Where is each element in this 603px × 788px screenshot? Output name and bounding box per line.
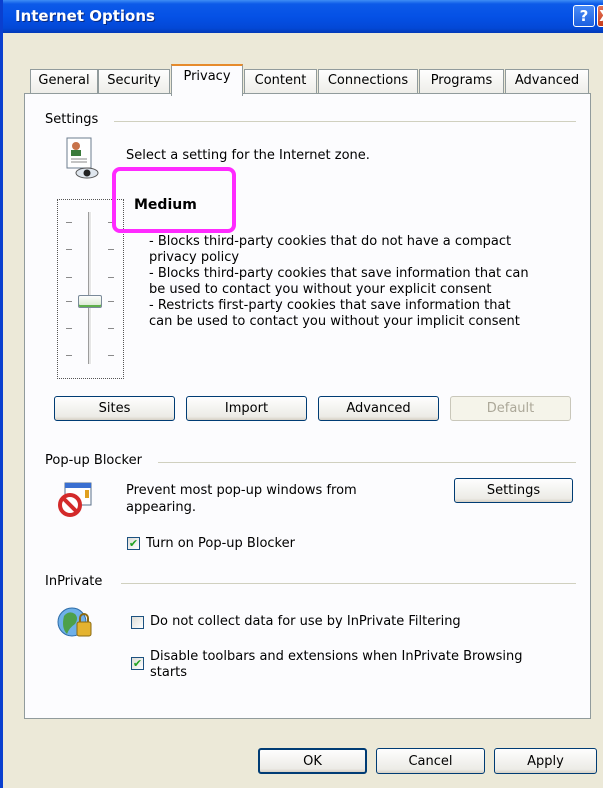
import-button[interactable]: Import [186, 396, 307, 421]
slider-thumb[interactable] [78, 295, 102, 308]
advanced-button[interactable]: Advanced [318, 396, 439, 421]
button-label: Settings [486, 483, 541, 498]
button-label: Advanced [346, 401, 411, 416]
tab-label: General [38, 73, 90, 88]
tab-label: Privacy [183, 69, 231, 84]
button-label: Cancel [408, 753, 453, 769]
help-button[interactable]: ? [573, 5, 595, 27]
slider-tick [108, 277, 114, 278]
popup-blocker-checkbox[interactable]: ✔ [127, 537, 140, 550]
slider-tick [66, 328, 72, 329]
close-button[interactable]: X [597, 5, 603, 27]
help-icon: ? [579, 7, 589, 25]
slider-tick [66, 355, 72, 356]
disable-toolbars-label[interactable]: Disable toolbars and extensions when InP… [150, 649, 523, 665]
slider-tick [66, 277, 72, 278]
level-description-line: - Restricts first-party cookies that sav… [149, 298, 511, 313]
privacy-document-icon [65, 137, 101, 181]
popup-settings-button[interactable]: Settings [454, 478, 573, 503]
disable-toolbars-checkbox[interactable]: ✔ [131, 657, 144, 670]
disable-toolbars-label[interactable]: starts [150, 665, 187, 681]
popup-blocker-icon [57, 481, 95, 517]
tab-content[interactable]: Content [244, 69, 317, 96]
tab-label: Programs [430, 73, 493, 88]
tab-label: Content [254, 73, 307, 88]
slider-tick [108, 249, 114, 250]
popup-blocker-group-label: Pop-up Blocker [45, 453, 142, 468]
settings-instruction: Select a setting for the Internet zone. [126, 148, 370, 163]
inprivate-group-label: InPrivate [45, 574, 103, 589]
tab-programs[interactable]: Programs [419, 69, 504, 96]
inprivate-filtering-checkbox[interactable] [131, 616, 144, 629]
inprivate-filtering-label[interactable]: Do not collect data for use by InPrivate… [150, 614, 461, 630]
button-label: Import [224, 401, 269, 416]
tab-connections[interactable]: Connections [318, 69, 418, 96]
settings-group-label: Settings [45, 112, 99, 127]
slider-tick [66, 222, 72, 223]
tab-privacy[interactable]: Privacy [171, 64, 243, 96]
popup-blocker-checkbox-label[interactable]: Turn on Pop-up Blocker [146, 536, 295, 552]
slider-tick [108, 301, 114, 302]
inprivate-icon [55, 604, 95, 640]
group-divider [158, 462, 576, 463]
slider-tick [108, 328, 114, 329]
tab-security[interactable]: Security [98, 69, 170, 96]
slider-tick [66, 301, 72, 302]
level-description-line: can be used to contact you without your … [149, 314, 520, 329]
default-button[interactable]: Default [450, 396, 571, 421]
level-description-line: - Blocks third-party cookies that do not… [149, 234, 512, 249]
slider-tick [66, 249, 72, 250]
button-label: OK [303, 753, 322, 769]
tab-general[interactable]: General [30, 69, 98, 96]
popup-blocker-description: appearing. [126, 500, 197, 515]
level-description-line: privacy policy [149, 250, 240, 265]
close-icon: X [599, 7, 603, 25]
tab-advanced[interactable]: Advanced [505, 69, 589, 96]
level-description-line: - Blocks third-party cookies that save i… [149, 266, 529, 281]
annotation-highlight-box [112, 167, 236, 233]
tab-label: Connections [327, 73, 409, 88]
popup-blocker-description: Prevent most pop-up windows from [126, 483, 357, 498]
tab-label: Security [107, 73, 161, 88]
internet-options-window: Internet Options ? X General Security Pr… [0, 0, 603, 788]
slider-tick [108, 355, 114, 356]
button-label: Sites [98, 401, 131, 416]
level-description-line: be used to contact you without your expl… [149, 282, 492, 297]
group-divider [114, 121, 576, 122]
slider-track [88, 212, 92, 364]
group-divider [121, 583, 576, 584]
button-label: Default [486, 401, 535, 416]
cancel-button[interactable]: Cancel [376, 748, 485, 774]
button-label: Apply [527, 753, 564, 769]
apply-button[interactable]: Apply [494, 748, 597, 774]
window-title: Internet Options [15, 7, 155, 25]
tab-label: Advanced [514, 73, 580, 88]
ok-button[interactable]: OK [258, 748, 367, 774]
title-bar[interactable]: Internet Options ? X [3, 0, 603, 33]
sites-button[interactable]: Sites [54, 396, 175, 421]
